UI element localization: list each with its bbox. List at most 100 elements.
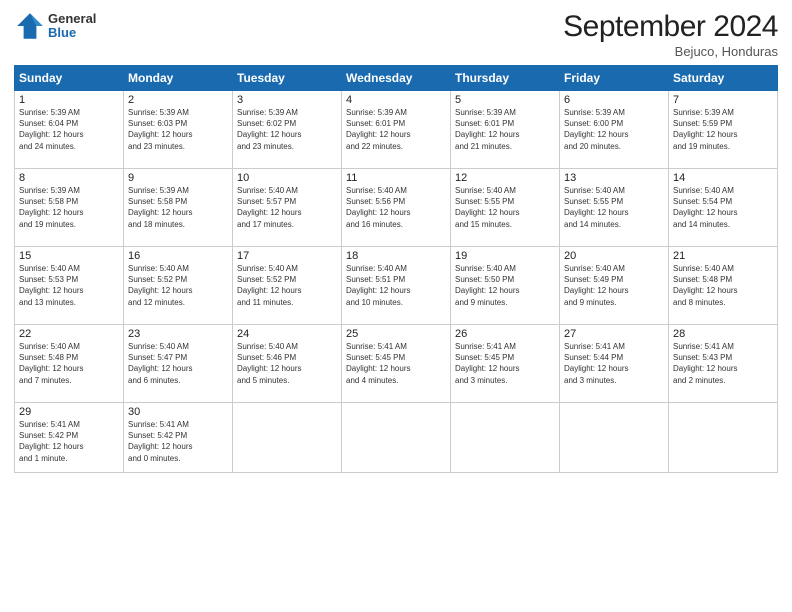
logo: General Blue [14,10,96,42]
calendar-cell: 17Sunrise: 5:40 AM Sunset: 5:52 PM Dayli… [233,247,342,325]
calendar-cell: 24Sunrise: 5:40 AM Sunset: 5:46 PM Dayli… [233,325,342,403]
day-number: 20 [564,250,664,262]
day-info: Sunrise: 5:41 AM Sunset: 5:44 PM Dayligh… [564,341,664,386]
logo-icon [14,10,46,42]
calendar-cell: 2Sunrise: 5:39 AM Sunset: 6:03 PM Daylig… [124,91,233,169]
calendar-cell [560,403,669,473]
calendar-header-thursday: Thursday [451,66,560,91]
day-number: 13 [564,172,664,184]
day-info: Sunrise: 5:41 AM Sunset: 5:42 PM Dayligh… [128,419,228,464]
logo-text: General Blue [48,12,96,41]
day-number: 3 [237,94,337,106]
calendar-cell: 5Sunrise: 5:39 AM Sunset: 6:01 PM Daylig… [451,91,560,169]
calendar-week-row: 1Sunrise: 5:39 AM Sunset: 6:04 PM Daylig… [15,91,778,169]
day-number: 7 [673,94,773,106]
header: General Blue September 2024 Bejuco, Hond… [14,10,778,59]
day-number: 1 [19,94,119,106]
day-info: Sunrise: 5:40 AM Sunset: 5:52 PM Dayligh… [128,263,228,308]
day-info: Sunrise: 5:39 AM Sunset: 6:01 PM Dayligh… [346,107,446,152]
day-number: 9 [128,172,228,184]
calendar-header-saturday: Saturday [669,66,778,91]
day-number: 28 [673,328,773,340]
calendar-header-tuesday: Tuesday [233,66,342,91]
calendar-table: SundayMondayTuesdayWednesdayThursdayFrid… [14,65,778,473]
calendar-week-row: 29Sunrise: 5:41 AM Sunset: 5:42 PM Dayli… [15,403,778,473]
calendar-cell: 23Sunrise: 5:40 AM Sunset: 5:47 PM Dayli… [124,325,233,403]
calendar-cell: 13Sunrise: 5:40 AM Sunset: 5:55 PM Dayli… [560,169,669,247]
day-info: Sunrise: 5:39 AM Sunset: 5:58 PM Dayligh… [19,185,119,230]
title-section: September 2024 Bejuco, Honduras [563,10,778,59]
day-info: Sunrise: 5:41 AM Sunset: 5:43 PM Dayligh… [673,341,773,386]
day-number: 25 [346,328,446,340]
day-info: Sunrise: 5:39 AM Sunset: 6:03 PM Dayligh… [128,107,228,152]
day-info: Sunrise: 5:39 AM Sunset: 6:02 PM Dayligh… [237,107,337,152]
day-info: Sunrise: 5:40 AM Sunset: 5:54 PM Dayligh… [673,185,773,230]
calendar-week-row: 8Sunrise: 5:39 AM Sunset: 5:58 PM Daylig… [15,169,778,247]
day-number: 26 [455,328,555,340]
day-number: 2 [128,94,228,106]
calendar-header-friday: Friday [560,66,669,91]
day-info: Sunrise: 5:40 AM Sunset: 5:57 PM Dayligh… [237,185,337,230]
calendar-cell: 20Sunrise: 5:40 AM Sunset: 5:49 PM Dayli… [560,247,669,325]
calendar-cell: 10Sunrise: 5:40 AM Sunset: 5:57 PM Dayli… [233,169,342,247]
day-info: Sunrise: 5:39 AM Sunset: 6:00 PM Dayligh… [564,107,664,152]
calendar-week-row: 15Sunrise: 5:40 AM Sunset: 5:53 PM Dayli… [15,247,778,325]
calendar-cell: 9Sunrise: 5:39 AM Sunset: 5:58 PM Daylig… [124,169,233,247]
day-number: 17 [237,250,337,262]
day-info: Sunrise: 5:39 AM Sunset: 5:58 PM Dayligh… [128,185,228,230]
logo-blue: Blue [48,26,96,40]
calendar-cell: 11Sunrise: 5:40 AM Sunset: 5:56 PM Dayli… [342,169,451,247]
day-number: 10 [237,172,337,184]
day-number: 5 [455,94,555,106]
day-info: Sunrise: 5:40 AM Sunset: 5:49 PM Dayligh… [564,263,664,308]
day-number: 11 [346,172,446,184]
calendar-cell: 19Sunrise: 5:40 AM Sunset: 5:50 PM Dayli… [451,247,560,325]
calendar-cell: 26Sunrise: 5:41 AM Sunset: 5:45 PM Dayli… [451,325,560,403]
day-info: Sunrise: 5:39 AM Sunset: 5:59 PM Dayligh… [673,107,773,152]
day-info: Sunrise: 5:40 AM Sunset: 5:56 PM Dayligh… [346,185,446,230]
calendar-cell [233,403,342,473]
calendar-cell: 3Sunrise: 5:39 AM Sunset: 6:02 PM Daylig… [233,91,342,169]
day-info: Sunrise: 5:40 AM Sunset: 5:46 PM Dayligh… [237,341,337,386]
calendar-cell: 8Sunrise: 5:39 AM Sunset: 5:58 PM Daylig… [15,169,124,247]
day-number: 8 [19,172,119,184]
day-number: 22 [19,328,119,340]
calendar-header-monday: Monday [124,66,233,91]
day-info: Sunrise: 5:39 AM Sunset: 6:01 PM Dayligh… [455,107,555,152]
calendar-header-wednesday: Wednesday [342,66,451,91]
day-number: 4 [346,94,446,106]
day-info: Sunrise: 5:40 AM Sunset: 5:47 PM Dayligh… [128,341,228,386]
calendar-cell: 18Sunrise: 5:40 AM Sunset: 5:51 PM Dayli… [342,247,451,325]
day-info: Sunrise: 5:40 AM Sunset: 5:48 PM Dayligh… [19,341,119,386]
calendar-cell: 29Sunrise: 5:41 AM Sunset: 5:42 PM Dayli… [15,403,124,473]
day-info: Sunrise: 5:41 AM Sunset: 5:42 PM Dayligh… [19,419,119,464]
calendar-cell: 4Sunrise: 5:39 AM Sunset: 6:01 PM Daylig… [342,91,451,169]
calendar-cell [342,403,451,473]
day-number: 18 [346,250,446,262]
day-number: 29 [19,406,119,418]
day-info: Sunrise: 5:40 AM Sunset: 5:55 PM Dayligh… [455,185,555,230]
day-number: 27 [564,328,664,340]
day-number: 23 [128,328,228,340]
day-number: 6 [564,94,664,106]
calendar-cell: 1Sunrise: 5:39 AM Sunset: 6:04 PM Daylig… [15,91,124,169]
calendar-cell: 27Sunrise: 5:41 AM Sunset: 5:44 PM Dayli… [560,325,669,403]
calendar-cell: 21Sunrise: 5:40 AM Sunset: 5:48 PM Dayli… [669,247,778,325]
calendar-cell: 25Sunrise: 5:41 AM Sunset: 5:45 PM Dayli… [342,325,451,403]
day-number: 30 [128,406,228,418]
day-number: 24 [237,328,337,340]
location: Bejuco, Honduras [563,44,778,59]
calendar-cell: 16Sunrise: 5:40 AM Sunset: 5:52 PM Dayli… [124,247,233,325]
calendar-cell: 15Sunrise: 5:40 AM Sunset: 5:53 PM Dayli… [15,247,124,325]
calendar-cell: 7Sunrise: 5:39 AM Sunset: 5:59 PM Daylig… [669,91,778,169]
calendar-cell [451,403,560,473]
day-number: 15 [19,250,119,262]
day-number: 12 [455,172,555,184]
day-info: Sunrise: 5:40 AM Sunset: 5:52 PM Dayligh… [237,263,337,308]
day-number: 19 [455,250,555,262]
calendar-cell: 28Sunrise: 5:41 AM Sunset: 5:43 PM Dayli… [669,325,778,403]
calendar-cell: 6Sunrise: 5:39 AM Sunset: 6:00 PM Daylig… [560,91,669,169]
day-info: Sunrise: 5:40 AM Sunset: 5:48 PM Dayligh… [673,263,773,308]
logo-general: General [48,12,96,26]
page: General Blue September 2024 Bejuco, Hond… [0,0,792,612]
